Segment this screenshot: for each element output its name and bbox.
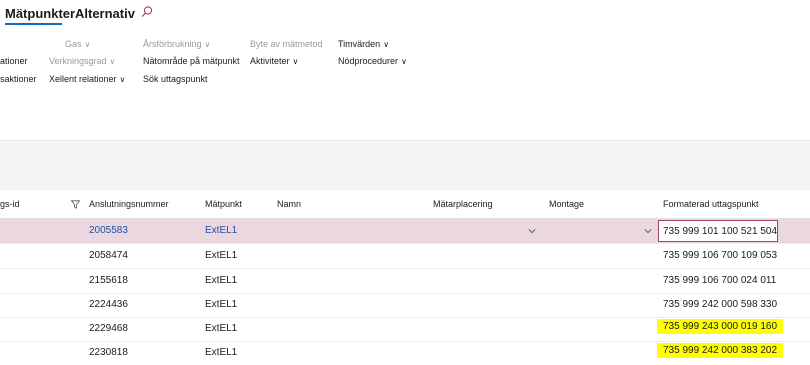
ribbon: Mätpunkter Alternativ ationer saktioner … [0, 0, 810, 140]
matpunkt-cell[interactable]: ExtEL1 [205, 225, 237, 236]
command-bar-area [0, 140, 810, 190]
grid-header: gs-id Anslutningsnummer Mätpunkt Namn Mä… [0, 190, 810, 219]
uttagspunkt-edit-field[interactable]: 735 999 101 100 521 504 [658, 220, 778, 242]
ribbon-nodprocedurer[interactable]: Nödprocedurer ∨ [338, 56, 407, 66]
ribbon-natomrade[interactable]: Nätområde på mätpunkt [143, 56, 240, 66]
matpunkt-cell: ExtEL1 [205, 323, 238, 334]
table-row[interactable]: 2155618 ExtEL1 735 999 106 700 024 011 [0, 269, 810, 294]
column-header-id[interactable]: gs-id [0, 199, 20, 209]
active-tab-indicator [5, 23, 62, 25]
chevron-down-icon: ∨ [84, 40, 91, 49]
highlight-mark: 735 999 243 000 019 160 [657, 319, 783, 334]
ribbon-timvarden[interactable]: Timvärden ∨ [338, 39, 389, 49]
uttagspunkt-cell-highlighted: 735 999 243 000 019 160 [657, 319, 783, 334]
anslutningsnummer-cell: 2058474 [89, 250, 128, 261]
uttagspunkt-cell: 735 999 242 000 598 330 [663, 299, 777, 310]
matpunkt-cell: ExtEL1 [205, 250, 238, 261]
uttagspunkt-cell[interactable]: 735 999 101 100 521 504 [663, 226, 777, 237]
tab-matpunkter[interactable]: Mätpunkter [5, 6, 75, 21]
ribbon-aktiviteter[interactable]: Aktiviteter ∨ [250, 56, 298, 66]
chevron-down-icon[interactable] [528, 227, 536, 235]
uttagspunkt-cell: 735 999 106 700 109 053 [663, 250, 777, 261]
table-row[interactable]: 2005583 ExtEL1 735 999 101 100 521 504 [0, 219, 810, 244]
search-icon[interactable] [140, 5, 154, 19]
ribbon-byte-av-matmetod[interactable]: Byte av mätmetod [250, 39, 323, 49]
anslutningsnummer-cell: 2224436 [89, 299, 128, 310]
column-header-namn[interactable]: Namn [277, 199, 301, 209]
chevron-down-icon: ∨ [401, 57, 407, 66]
column-header-matarplacering[interactable]: Mätarplacering [433, 199, 493, 209]
column-header-formaterad-uttagspunkt[interactable]: Formaterad uttagspunkt [663, 199, 759, 209]
ribbon-arsforbrukning[interactable]: Årsförbrukning ∨ [143, 39, 210, 49]
column-header-matpunkt[interactable]: Mätpunkt [205, 199, 242, 209]
chevron-down-icon: ∨ [109, 57, 116, 66]
tab-alternativ[interactable]: Alternativ [75, 6, 135, 21]
ribbon-partial-item-1[interactable]: ationer [0, 56, 28, 66]
matpunkt-cell: ExtEL1 [205, 347, 238, 358]
column-header-montage[interactable]: Montage [549, 199, 584, 209]
chevron-down-icon[interactable] [644, 227, 652, 235]
table-row[interactable]: 2058474 ExtEL1 735 999 106 700 109 053 [0, 244, 810, 269]
matpunkt-cell: ExtEL1 [205, 299, 238, 310]
ribbon-partial-item-2[interactable]: saktioner [0, 74, 37, 84]
anslutningsnummer-cell[interactable]: 2005583 [89, 225, 128, 236]
ribbon-xellent-relationer[interactable]: Xellent relationer ∨ [49, 74, 125, 84]
chevron-down-icon: ∨ [292, 57, 299, 66]
table-row[interactable]: 2229468 ExtEL1 735 999 243 000 019 160 [0, 317, 810, 342]
ribbon-verkningsgrad[interactable]: Verkningsgrad ∨ [49, 56, 115, 66]
uttagspunkt-cell-highlighted: 735 999 242 000 383 202 [657, 343, 783, 358]
anslutningsnummer-cell: 2229468 [89, 323, 128, 334]
highlight-mark: 735 999 242 000 383 202 [657, 343, 783, 358]
chevron-down-icon: ∨ [383, 40, 390, 49]
chevron-down-icon: ∨ [119, 75, 126, 84]
ribbon-sok-uttagspunkt[interactable]: Sök uttagspunkt [143, 74, 208, 84]
table-row[interactable]: 2230818 ExtEL1 735 999 242 000 383 202 [0, 341, 810, 365]
column-header-anslutningsnummer[interactable]: Anslutningsnummer [89, 199, 169, 209]
matpunkt-cell: ExtEL1 [205, 275, 238, 286]
uttagspunkt-cell: 735 999 106 700 024 011 [663, 275, 777, 286]
ribbon-gas[interactable]: Gas ∨ [65, 39, 90, 49]
anslutningsnummer-cell: 2230818 [89, 347, 128, 358]
anslutningsnummer-cell: 2155618 [89, 275, 128, 286]
table-row[interactable]: 2224436 ExtEL1 735 999 242 000 598 330 [0, 293, 810, 318]
filter-icon[interactable] [71, 200, 80, 209]
chevron-down-icon: ∨ [204, 40, 211, 49]
